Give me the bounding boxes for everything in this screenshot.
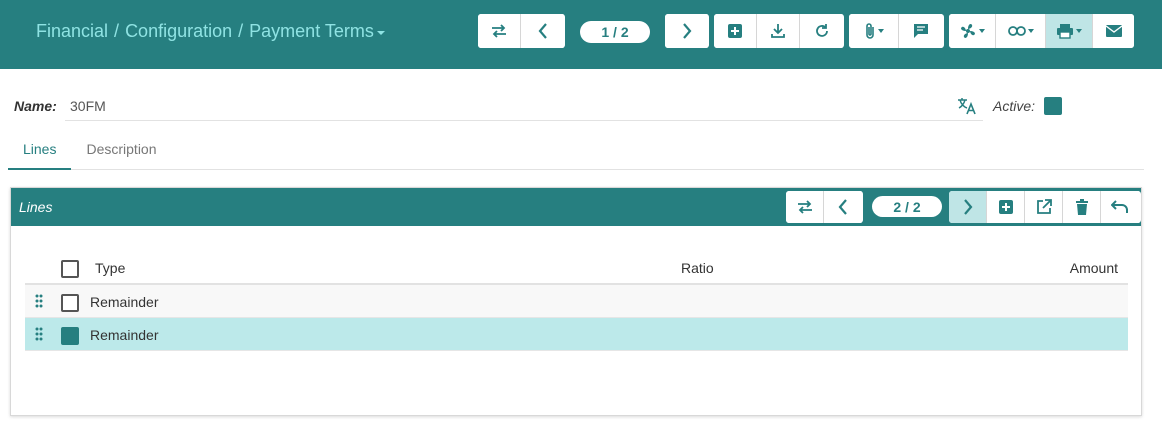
tab-lines[interactable]: Lines [8,132,72,170]
breadcrumb-financial[interactable]: Financial [36,21,108,42]
undo-icon [1111,200,1128,213]
relate-button[interactable] [996,14,1046,48]
comment-button[interactable] [899,14,942,48]
grid-header: Type Ratio Amount [25,252,1128,285]
link-icon [1007,26,1026,36]
drag-handle-icon[interactable] [35,327,43,341]
tab-description[interactable]: Description [71,132,171,170]
email-button[interactable] [1093,14,1134,48]
nav-group [478,14,565,48]
add-icon [998,200,1013,214]
swap-icon [492,24,506,38]
print-icon [1057,24,1074,39]
active-checkbox[interactable] [1044,97,1062,115]
open-external-icon [1036,199,1052,214]
cell-type: Remainder [90,294,159,310]
print-button[interactable] [1045,14,1094,48]
lines-undo-button[interactable] [1101,191,1139,223]
active-label: Active: [993,98,1036,114]
row-checkbox[interactable] [61,294,79,312]
lines-next-button[interactable] [949,191,987,223]
lines-panel-title: Lines [19,199,53,215]
download-icon [771,24,785,38]
switch-view-button[interactable] [478,14,521,48]
chevron-right-icon [963,199,972,215]
table-row[interactable]: Remainder [25,318,1128,351]
save-button[interactable] [757,14,800,48]
table-row[interactable]: Remainder [25,285,1128,318]
breadcrumb[interactable]: Financial / Configuration / Payment Term… [36,21,385,42]
name-field[interactable] [65,91,983,121]
breadcrumb-configuration[interactable]: Configuration [125,21,232,42]
chevron-right-icon [682,23,691,39]
lines-nav-group [786,191,863,223]
next-record-button[interactable] [665,14,708,48]
top-toolbar: Financial / Configuration / Payment Term… [0,0,1162,69]
lines-grid: Type Ratio Amount Remainder Remainder [25,252,1128,351]
lines-pager: 2 / 2 [872,196,942,217]
lines-delete-button[interactable] [1063,191,1101,223]
attachment-button[interactable] [849,14,899,48]
form-tabs: Lines Description [8,132,1144,170]
drag-handle-icon[interactable] [35,294,43,308]
cell-type: Remainder [90,327,159,343]
record-pager: 1 / 2 [580,21,650,43]
lines-actions-group [949,191,1141,223]
lines-panel-header: Lines 2 / 2 [11,188,1141,226]
translate-button[interactable] [957,97,977,120]
lines-open-button[interactable] [1025,191,1063,223]
action-dropdown-icon [979,29,986,33]
action-icon [961,24,976,38]
select-all-checkbox[interactable] [61,260,79,278]
add-icon [728,24,742,38]
next-group [665,14,709,48]
reload-button[interactable] [800,14,843,48]
breadcrumb-payment-terms[interactable]: Payment Terms [249,21,374,42]
comment-icon [913,24,928,38]
lines-panel: Lines 2 / 2 Type Ratio Amount Remainder … [10,187,1142,416]
swap-icon [797,200,812,214]
previous-record-button[interactable] [521,14,564,48]
chevron-left-icon [538,23,547,39]
lines-switch-view-button[interactable] [786,191,824,223]
extra-actions-group [949,14,1134,48]
chevron-left-icon [838,199,847,215]
new-record-button[interactable] [714,14,757,48]
link-dropdown-icon [1027,29,1034,33]
row-checkbox[interactable] [61,327,79,345]
attachment-dropdown-icon [877,29,884,33]
column-header-amount[interactable]: Amount [1070,260,1118,276]
column-header-type[interactable]: Type [95,260,125,276]
lines-previous-button[interactable] [824,191,862,223]
record-actions-group [714,14,844,48]
lines-new-button[interactable] [987,191,1025,223]
name-label: Name: [14,98,57,114]
breadcrumb-dropdown-icon[interactable] [376,31,385,35]
refresh-icon [815,24,828,37]
action-button[interactable] [949,14,997,48]
trash-icon [1075,199,1088,215]
attach-group [849,14,944,48]
print-dropdown-icon [1076,29,1083,33]
column-header-ratio[interactable]: Ratio [681,260,714,276]
breadcrumb-separator: / [238,21,244,41]
breadcrumb-separator: / [114,21,120,41]
translate-icon [958,98,976,115]
email-icon [1105,25,1123,37]
attachment-icon [865,23,874,39]
